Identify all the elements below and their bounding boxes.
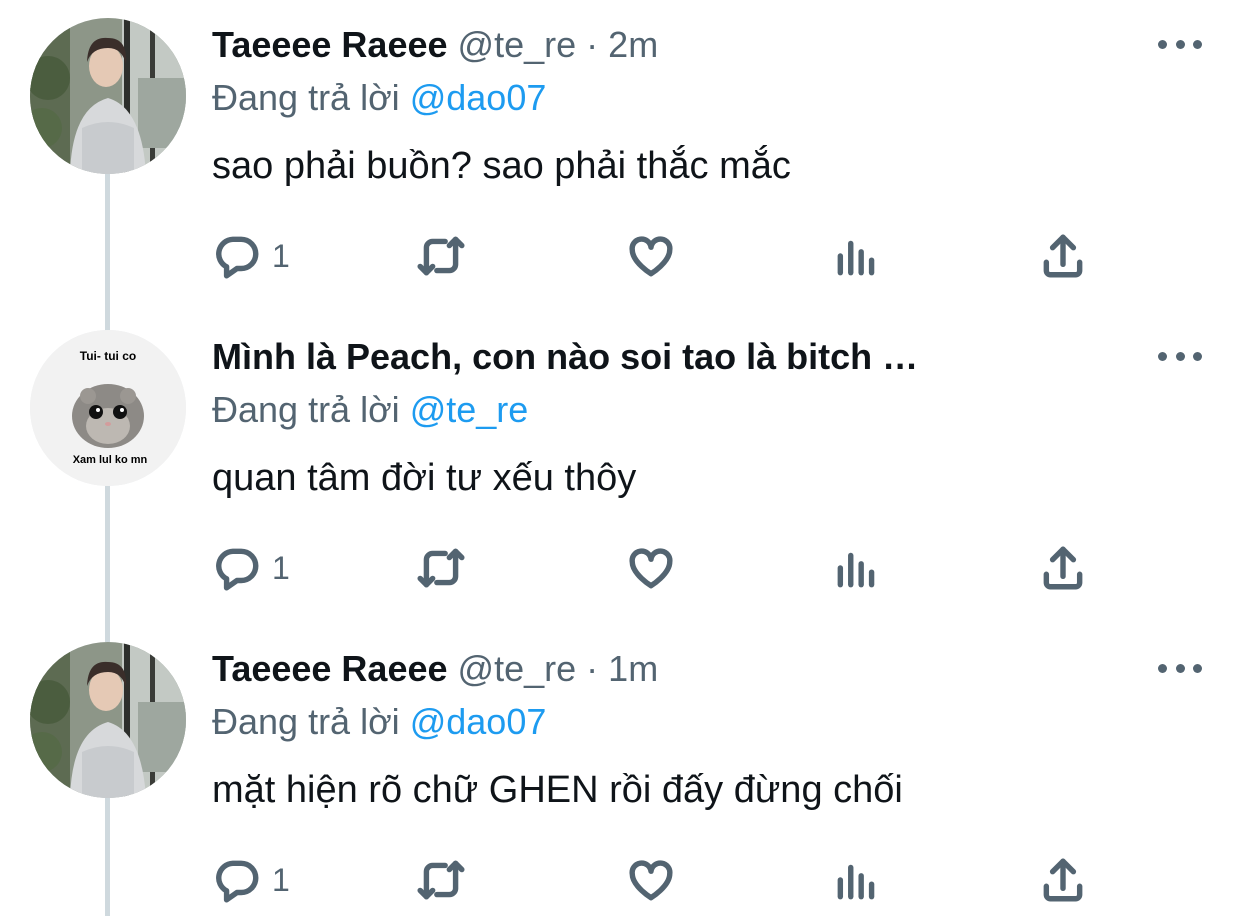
- timestamp[interactable]: 2m: [608, 24, 658, 65]
- like-icon: [629, 860, 673, 901]
- tweet-text: quan tâm đời tư xếu thôy: [212, 457, 637, 499]
- analytics-button[interactable]: [832, 852, 882, 908]
- retweet-button[interactable]: [416, 540, 466, 596]
- tweet-header: Taeeee Raeee @te_re · 1m: [212, 646, 1142, 692]
- share-button[interactable]: [1038, 228, 1088, 284]
- avatar[interactable]: [30, 18, 186, 174]
- reply-count: 1: [272, 549, 290, 586]
- avatar[interactable]: [30, 642, 186, 798]
- display-name[interactable]: Taeeee Raeee: [212, 24, 448, 65]
- analytics-icon: [837, 552, 875, 588]
- retweet-icon: [417, 548, 465, 588]
- replying-to-handle[interactable]: @dao07: [410, 77, 547, 118]
- more-icon[interactable]: [1158, 30, 1202, 58]
- analytics-button[interactable]: [832, 228, 882, 284]
- action-bar: 1: [212, 852, 1092, 908]
- retweet-button[interactable]: [416, 228, 466, 284]
- tweet-header: Mình là Peach, con nào soi tao là bitch …: [212, 334, 1142, 380]
- reply-count: 1: [272, 237, 290, 274]
- retweet-button[interactable]: [416, 852, 466, 908]
- share-button[interactable]: [1038, 540, 1088, 596]
- reply-icon: [216, 860, 259, 903]
- action-bar: 1: [212, 540, 1092, 596]
- like-button[interactable]: [626, 540, 676, 596]
- replying-to: Đang trả lời @dao07: [212, 700, 546, 744]
- replying-to-label: Đang trả lời: [212, 77, 400, 118]
- person-photo-avatar: [30, 642, 186, 798]
- tweet[interactable]: Taeeee Raeee @te_re · 1m Đang trả lời @d…: [0, 624, 1242, 916]
- more-icon[interactable]: [1158, 654, 1202, 682]
- reply-button[interactable]: 1: [212, 540, 290, 596]
- replying-to: Đang trả lời @te_re: [212, 388, 528, 432]
- action-bar: 1: [212, 228, 1092, 284]
- like-button[interactable]: [626, 852, 676, 908]
- avatar[interactable]: Tui- tui co Xam lul ko mn: [30, 330, 186, 486]
- separator: ·: [586, 24, 599, 65]
- share-icon: [1043, 234, 1083, 278]
- replying-to-label: Đang trả lời: [212, 701, 400, 742]
- replying-to-label: Đang trả lời: [212, 389, 400, 430]
- tweet-text: mặt hiện rõ chữ GHEN rồi đấy đừng chối: [212, 769, 903, 811]
- reply-count: 1: [272, 861, 290, 898]
- share-icon: [1043, 546, 1083, 590]
- more-icon[interactable]: [1158, 342, 1202, 370]
- hamster-meme-avatar: Tui- tui co Xam lul ko mn: [30, 330, 186, 486]
- retweet-icon: [417, 860, 465, 900]
- reply-icon: [216, 236, 259, 279]
- username[interactable]: @te_re: [458, 648, 577, 689]
- share-icon: [1043, 858, 1083, 902]
- avatar-caption-bottom: Xam lul ko mn: [73, 454, 148, 466]
- share-button[interactable]: [1038, 852, 1088, 908]
- retweet-icon: [417, 236, 465, 276]
- like-icon: [629, 548, 673, 589]
- avatar-caption-top: Tui- tui co: [80, 349, 136, 363]
- timestamp[interactable]: 1m: [608, 648, 658, 689]
- like-button[interactable]: [626, 228, 676, 284]
- replying-to-handle[interactable]: @te_re: [410, 389, 529, 430]
- tweet[interactable]: Tui- tui co Xam lul ko mn Mình là Peach,…: [0, 312, 1242, 624]
- display-name[interactable]: Mình là Peach, con nào soi tao là bitch …: [212, 336, 918, 377]
- replying-to-handle[interactable]: @dao07: [410, 701, 547, 742]
- like-icon: [629, 236, 673, 277]
- separator: ·: [586, 648, 599, 689]
- analytics-button[interactable]: [832, 540, 882, 596]
- reply-button[interactable]: 1: [212, 228, 290, 284]
- reply-icon: [216, 548, 259, 591]
- reply-button[interactable]: 1: [212, 852, 290, 908]
- tweet-text: sao phải buồn? sao phải thắc mắc: [212, 145, 791, 187]
- analytics-icon: [837, 864, 875, 900]
- username[interactable]: @te_re: [458, 24, 577, 65]
- tweet-header: Taeeee Raeee @te_re · 2m: [212, 22, 1142, 68]
- analytics-icon: [837, 240, 875, 276]
- person-photo-avatar: [30, 18, 186, 174]
- replying-to: Đang trả lời @dao07: [212, 76, 546, 120]
- tweet[interactable]: Taeeee Raeee @te_re · 2m Đang trả lời @d…: [0, 0, 1242, 312]
- display-name[interactable]: Taeeee Raeee: [212, 648, 448, 689]
